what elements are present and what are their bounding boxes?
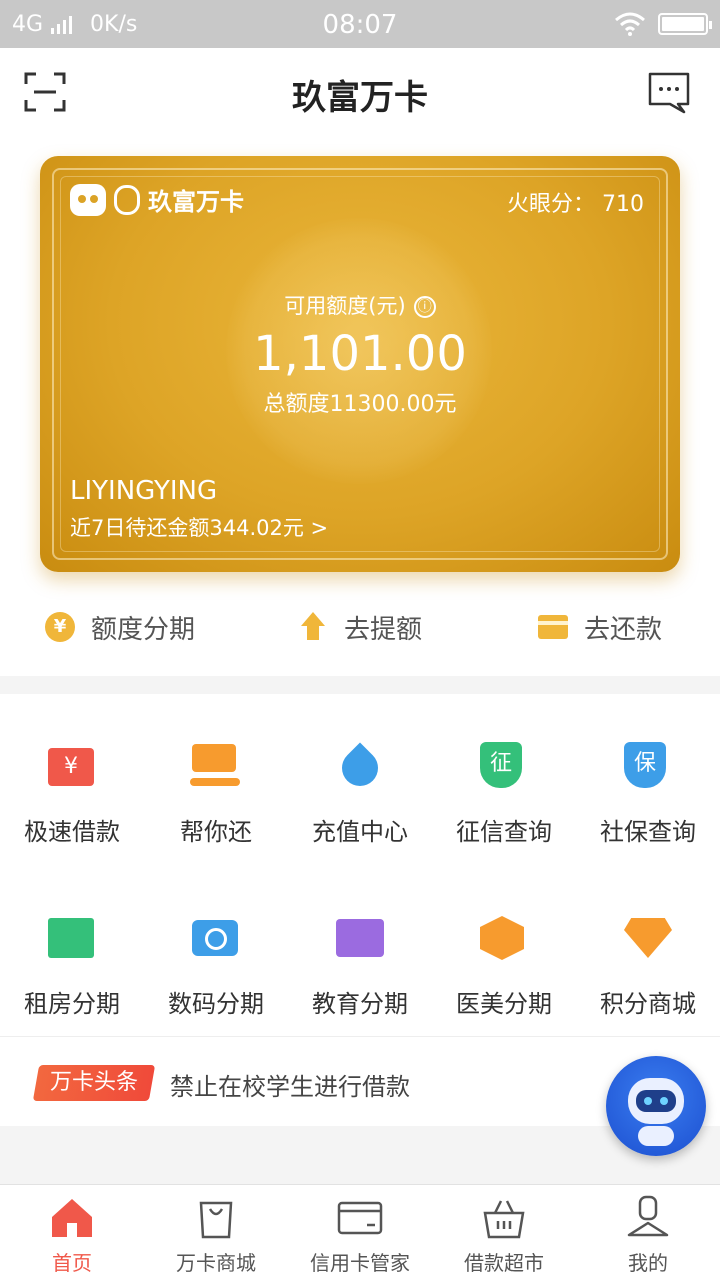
- news-tag-text: 万卡头条: [50, 1070, 139, 1095]
- tab-card-manager[interactable]: 信用卡管家: [288, 1185, 432, 1280]
- basket-icon: [483, 1200, 525, 1239]
- due-amount-link[interactable]: 近7日待还金额344.02元 >: [70, 512, 328, 542]
- credit-card-panel[interactable]: 玖富万卡 火眼分： 710 可用额度(元) ⓘ 1,101.00 总额度11300…: [40, 156, 680, 572]
- available-credit-label: 可用额度(元) ⓘ: [40, 290, 680, 320]
- syringe-icon: [480, 914, 528, 962]
- service-label: 数码分期: [168, 990, 264, 1018]
- tab-label: 我的: [628, 1251, 668, 1275]
- page-title: 玖富万卡: [292, 78, 428, 118]
- diamond-icon: [624, 914, 672, 962]
- service-label: 教育分期: [312, 990, 408, 1018]
- card-section: 玖富万卡 火眼分： 710 可用额度(元) ⓘ 1,101.00 总额度11300…: [0, 136, 720, 676]
- service-help-repay[interactable]: 帮你还: [144, 742, 288, 847]
- service-label: 医美分期: [456, 990, 552, 1018]
- card-holder-name: LIYINGYING: [70, 476, 218, 506]
- service-label: 极速借款: [24, 818, 120, 846]
- tab-label: 信用卡管家: [310, 1251, 410, 1275]
- quick-repay[interactable]: 去还款: [480, 592, 720, 662]
- service-label: 社保查询: [600, 818, 696, 846]
- bottom-tab-bar: 首页 万卡商城 信用卡管家 借款超市 我的: [0, 1184, 720, 1280]
- home-icon: [52, 1199, 92, 1237]
- service-points-mall[interactable]: 积分商城: [576, 914, 720, 1019]
- tab-mine[interactable]: 我的: [576, 1185, 720, 1280]
- yen-note-glyph: ¥: [48, 748, 94, 786]
- service-education-installment[interactable]: 教育分期: [288, 914, 432, 1019]
- news-tag: 万卡头条: [32, 1065, 156, 1101]
- info-icon[interactable]: ⓘ: [413, 296, 436, 318]
- brand-mark-icon: [114, 184, 140, 215]
- available-amount: 1,101.00: [253, 326, 467, 382]
- wifi-icon: [615, 12, 645, 36]
- robot-logo-icon: [70, 183, 106, 216]
- building-icon: [48, 914, 96, 962]
- social-shield-icon: 保: [624, 742, 672, 790]
- services-grid: ¥ 极速借款 帮你还 充值中心 征 征信查询 保 社保查询 租房分期 数码分期: [0, 694, 720, 1036]
- fire-eye-score: 火眼分： 710: [507, 186, 644, 218]
- quick-actions: ¥ 额度分期 去提额 去还款: [0, 592, 720, 662]
- hand-card-icon: [190, 742, 240, 790]
- status-time: 08:07: [322, 10, 398, 40]
- social-shield-glyph: 保: [624, 742, 666, 788]
- service-label: 租房分期: [24, 990, 120, 1018]
- message-icon[interactable]: [648, 72, 690, 114]
- credit-shield-glyph: 征: [480, 742, 522, 788]
- arrow-up-icon: [298, 612, 328, 642]
- total-credit: 总额度11300.00元: [263, 392, 457, 417]
- score-label: 火眼分：: [506, 192, 595, 217]
- service-label: 充值中心: [312, 818, 408, 846]
- yen-coin-icon: ¥: [44, 612, 75, 642]
- service-label: 帮你还: [180, 818, 252, 846]
- quick-raise-limit[interactable]: 去提额: [240, 592, 480, 662]
- service-recharge[interactable]: 充值中心: [288, 742, 432, 847]
- camera-icon: [192, 914, 240, 962]
- status-right: [614, 12, 712, 36]
- credit-shield-icon: 征: [480, 742, 528, 790]
- service-fast-loan[interactable]: ¥ 极速借款: [0, 742, 144, 847]
- tab-label: 万卡商城: [176, 1251, 256, 1275]
- score-value: 710: [602, 192, 644, 217]
- service-label: 积分商城: [600, 990, 696, 1018]
- battery-icon: [658, 13, 712, 35]
- water-drop-icon: [334, 742, 386, 794]
- service-social-security[interactable]: 保 社保查询: [576, 742, 720, 847]
- book-icon: [336, 914, 384, 962]
- service-credit-check[interactable]: 征 征信查询: [432, 742, 576, 847]
- service-rent-installment[interactable]: 租房分期: [0, 914, 144, 1019]
- tab-mall[interactable]: 万卡商城: [144, 1185, 288, 1280]
- quick-repay-label: 去还款: [583, 614, 662, 645]
- tab-label: 首页: [52, 1251, 92, 1275]
- service-beauty-installment[interactable]: 医美分期: [432, 914, 576, 1019]
- status-bar: 4G 0K/s 08:07: [0, 0, 720, 48]
- news-text: 禁止在校学生进行借款: [170, 1073, 410, 1101]
- service-digital-installment[interactable]: 数码分期: [144, 914, 288, 1019]
- available-label-text: 可用额度(元): [284, 294, 406, 318]
- user-icon: [627, 1195, 669, 1237]
- credit-card-icon: [337, 1201, 383, 1235]
- shopping-bag-icon: [199, 1201, 233, 1239]
- services-row-2: 租房分期 数码分期 教育分期 医美分期 积分商城: [0, 914, 720, 1019]
- robot-assistant-icon[interactable]: [606, 1056, 706, 1156]
- tab-home[interactable]: 首页: [0, 1185, 144, 1280]
- quick-installment[interactable]: ¥ 额度分期: [0, 592, 240, 662]
- card-logo: 玖富万卡: [70, 182, 244, 217]
- service-label: 征信查询: [456, 818, 552, 846]
- app-header: 玖富万卡: [0, 48, 720, 136]
- card-icon: [537, 615, 568, 639]
- tab-loan-market[interactable]: 借款超市: [432, 1185, 576, 1280]
- tab-label: 借款超市: [464, 1251, 544, 1275]
- services-row-1: ¥ 极速借款 帮你还 充值中心 征 征信查询 保 社保查询: [0, 742, 720, 847]
- card-brand: 玖富万卡: [148, 188, 244, 216]
- quick-raise-label: 去提额: [343, 614, 422, 645]
- yen-note-icon: ¥: [48, 742, 96, 790]
- quick-installment-label: 额度分期: [90, 614, 195, 645]
